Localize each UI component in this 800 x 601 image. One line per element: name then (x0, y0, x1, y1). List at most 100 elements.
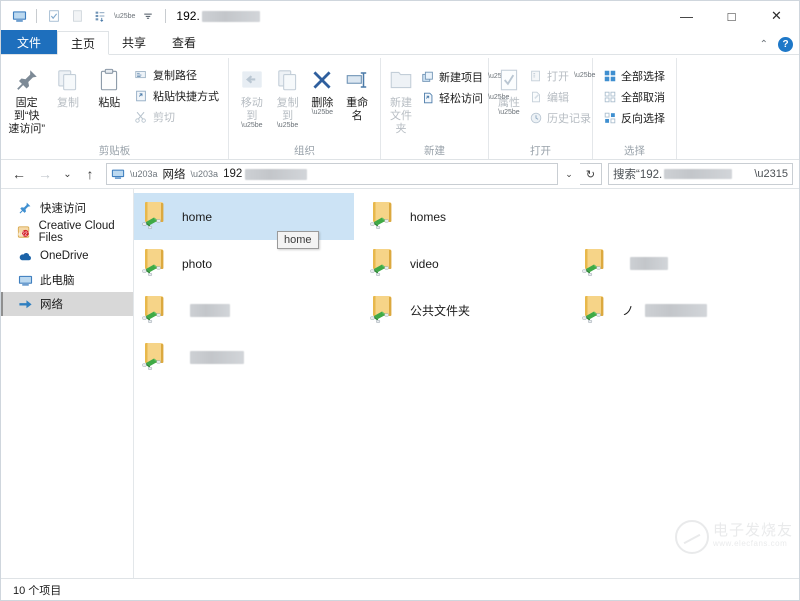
address-bar: ← → ⌄ ↑ \u203a 网络 \u203a 192 ⌄ ↻ 搜索“192.… (1, 160, 799, 188)
sidebar-item-onedrive[interactable]: OneDrive (1, 244, 133, 268)
file-item[interactable]: 公共文件夹 (362, 287, 470, 334)
recent-locations-button[interactable]: ⌄ (59, 163, 76, 185)
select-all-button[interactable]: 全部选择 (598, 65, 669, 86)
edit-label: 编辑 (547, 91, 569, 104)
select-all-label: 全部选择 (621, 70, 665, 83)
select-none-button[interactable]: 全部取消 (598, 86, 669, 107)
delete-button[interactable]: 删除 \u25be (305, 62, 339, 116)
file-item[interactable]: photo (134, 240, 212, 287)
file-item[interactable] (134, 287, 230, 334)
paste-button[interactable]: 粘贴 (89, 62, 130, 110)
select-small-buttons: 全部选择 全部取消 反向选择 (598, 62, 669, 128)
chevron-up-icon[interactable]: ⌃ (760, 39, 768, 50)
invert-selection-label: 反向选择 (621, 112, 665, 125)
up-button[interactable]: ↑ (78, 163, 102, 185)
sidebar-item-quick-access[interactable]: 快速访问 (1, 196, 133, 220)
move-to-button[interactable]: 移动到 \u25be (234, 62, 270, 129)
file-list-pane[interactable]: home homes photo video 公共文件夹 ノ home 电子发烧… (134, 189, 799, 578)
qat-caret-icon[interactable]: \u25be (114, 13, 135, 20)
properties-button[interactable]: 属性 \u25be (494, 62, 524, 116)
edit-button[interactable]: 编辑 (524, 86, 599, 107)
file-item[interactable]: homes (362, 193, 446, 240)
open-label: 打开 (547, 70, 569, 83)
customize-qat-icon[interactable] (90, 6, 110, 26)
new-folder-button[interactable]: 新建 文件夹 (386, 62, 416, 136)
cut-button[interactable]: 剪切 (130, 106, 223, 127)
file-name-label: 公共文件夹 (410, 304, 471, 318)
breadcrumb-separator-1[interactable]: \u203a (128, 169, 160, 179)
address-dropdown-button[interactable]: ⌄ (560, 164, 578, 184)
edit-icon (528, 89, 543, 104)
breadcrumb-item-host[interactable]: 192 (223, 168, 242, 180)
properties-icon[interactable] (44, 6, 64, 26)
pin-to-quick-access-button[interactable]: 固定到“快 速访问” (6, 62, 47, 136)
move-to-label: 移动到 (240, 97, 263, 122)
new-item-label: 新建项目 (439, 71, 483, 84)
computer-icon (111, 167, 125, 181)
new-folder-icon[interactable] (67, 6, 87, 26)
paste-icon (96, 65, 122, 95)
file-item[interactable] (574, 240, 668, 287)
properties-caret-icon[interactable]: \u25be (498, 109, 519, 116)
invert-selection-button[interactable]: 反向选择 (598, 107, 669, 128)
file-name-redaction (190, 304, 230, 317)
copy-path-button[interactable]: 复制路径 (130, 64, 223, 85)
copy-to-button[interactable]: 复制到 \u25be (270, 62, 306, 129)
file-item[interactable]: home (134, 193, 354, 240)
ribbon-group-filler (677, 58, 799, 159)
search-input[interactable]: 搜索“192. \u2315 (608, 163, 793, 185)
sidebar-label-this-pc: 此电脑 (40, 275, 75, 287)
move-to-icon (239, 65, 265, 95)
tab-view[interactable]: 查看 (159, 30, 210, 54)
dropdown-caret-icon[interactable] (138, 6, 158, 26)
new-folder-icon (388, 65, 414, 95)
maximize-button[interactable]: □ (709, 1, 754, 31)
copy-icon (55, 65, 81, 95)
help-icon[interactable]: ? (778, 37, 793, 52)
search-icon[interactable]: \u2315 (754, 168, 788, 180)
rename-button[interactable]: 重命名 (339, 62, 375, 123)
sidebar-item-creative-cloud[interactable]: \u221e Creative Cloud Files (1, 220, 133, 244)
watermark-en: www.elecfans.com (712, 539, 788, 548)
tab-share[interactable]: 共享 (109, 30, 160, 54)
breadcrumb-item-network[interactable]: 网络 (163, 166, 186, 182)
sidebar-item-network[interactable]: 网络 (1, 292, 133, 316)
close-button[interactable]: ✕ (754, 1, 799, 31)
computer-icon[interactable] (9, 6, 29, 26)
forward-button[interactable]: → (33, 163, 57, 185)
file-name-label: ノ (622, 304, 635, 318)
tab-home[interactable]: 主页 (57, 31, 110, 55)
delete-caret-icon[interactable]: \u25be (312, 109, 333, 116)
copy-to-caret-icon[interactable]: \u25be (277, 122, 298, 129)
pin-icon (14, 65, 40, 95)
svg-text:\u221e: \u221e (18, 232, 32, 238)
copy-label: 复制 (56, 97, 79, 109)
window-title-redaction (201, 10, 260, 22)
qat-divider (36, 9, 37, 23)
paste-shortcut-button[interactable]: 粘贴快捷方式 (130, 85, 223, 106)
sidebar-item-this-pc[interactable]: 此电脑 (1, 268, 133, 292)
copy-button[interactable]: 复制 (47, 62, 88, 110)
back-button[interactable]: ← (7, 163, 31, 185)
refresh-button[interactable]: ↻ (580, 163, 602, 185)
breadcrumb-separator-2[interactable]: \u203a (189, 169, 221, 179)
open-group-label: 打开 (530, 145, 551, 157)
quick-access-toolbar: \u25be (9, 6, 170, 26)
history-label: 历史记录 (547, 112, 591, 125)
breadcrumb[interactable]: \u203a 网络 \u203a 192 (106, 163, 558, 185)
window-controls: — □ ✕ (664, 1, 799, 31)
shared-folder-icon (368, 244, 402, 283)
file-item[interactable] (134, 334, 244, 381)
file-item[interactable]: video (362, 240, 439, 287)
open-button[interactable]: 打开 \u25be (524, 65, 599, 86)
history-button[interactable]: 历史记录 (524, 107, 599, 128)
move-to-caret-icon[interactable]: \u25be (241, 122, 262, 129)
tab-file[interactable]: 文件 (1, 30, 58, 54)
file-item[interactable]: ノ (574, 287, 708, 334)
pin-label-line2: 速访问” (8, 123, 45, 135)
minimize-button[interactable]: — (664, 1, 709, 31)
sidebar-label-quick-access: 快速访问 (40, 203, 86, 215)
select-none-icon (602, 89, 617, 104)
copy-to-icon (275, 65, 301, 95)
pin-star-icon (17, 200, 33, 216)
